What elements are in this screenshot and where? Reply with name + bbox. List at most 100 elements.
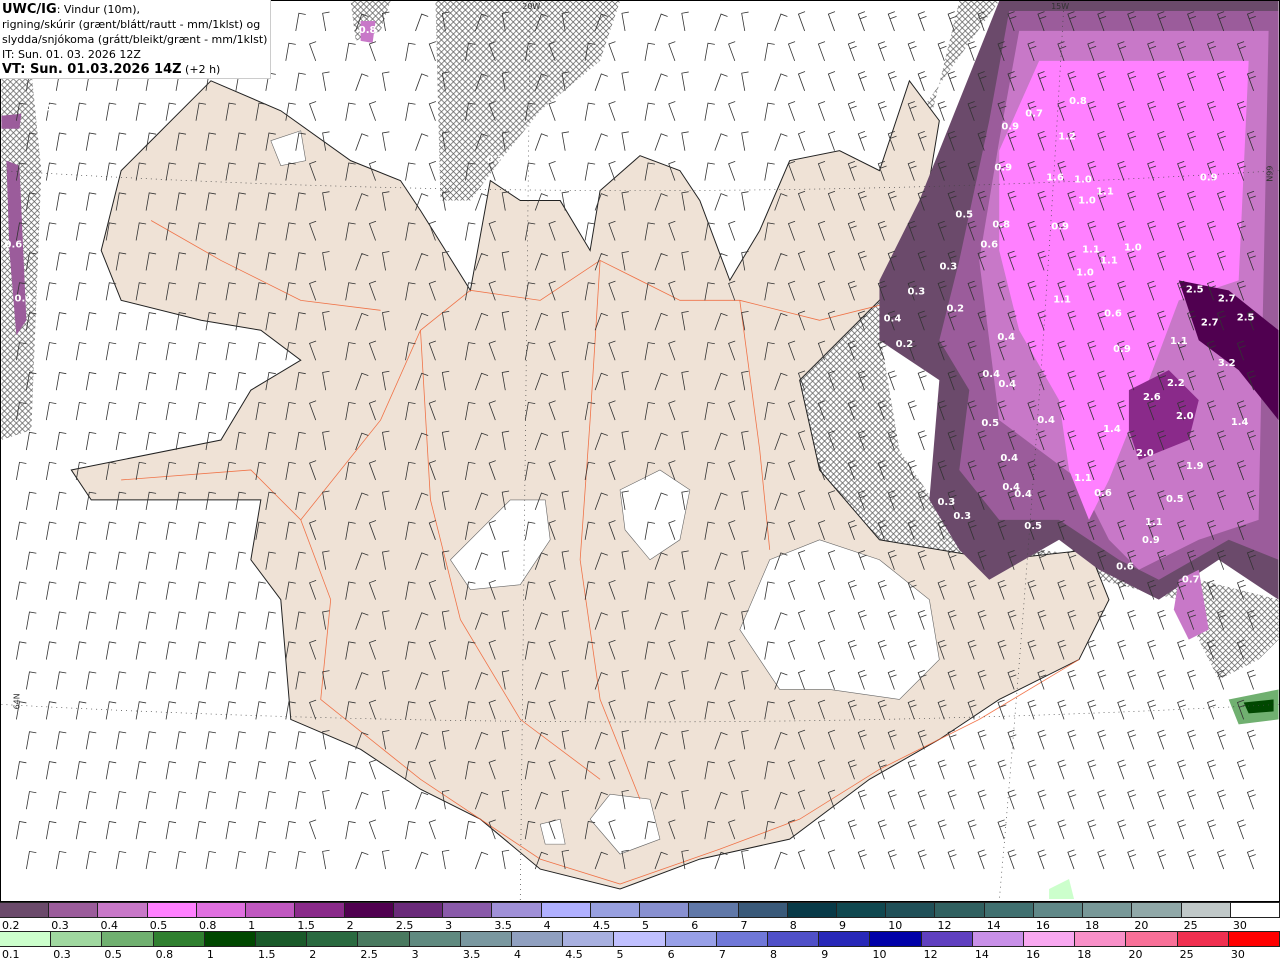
- legend-swatch: [409, 932, 461, 946]
- precip-value-label: 1.6: [1046, 173, 1064, 184]
- legend-swatch: [886, 903, 936, 917]
- weather-map: 20W 15W 66N 64N 0.80.70.91.20.91.6 1.01.1…: [0, 0, 1280, 902]
- precip-value-label: 0.8: [1069, 96, 1087, 107]
- precip-value-label: 0.9: [1113, 344, 1131, 355]
- precip-value-label: 0.8: [359, 25, 377, 36]
- legend-swatch: [787, 903, 837, 917]
- precip-value-label: 1.0: [1124, 242, 1142, 253]
- legend-swatch: [358, 932, 410, 946]
- legend-swatch: [836, 903, 887, 917]
- precip-value-label: 0.6: [1116, 562, 1134, 573]
- legend-swatch: [1132, 903, 1182, 917]
- precip-value-label: 0.9: [1051, 221, 1069, 232]
- precip-value-label: 0.3: [937, 497, 955, 508]
- grid-label-lat-66n: 66N: [1265, 166, 1274, 182]
- legend-swatch: [563, 932, 615, 946]
- legend-swatch: [935, 903, 985, 917]
- legend-swatch: [689, 903, 739, 917]
- precip-value-label: 0.9: [1001, 122, 1019, 133]
- precip-value-label: 0.7: [1025, 109, 1043, 120]
- precip-value-label: 1.1: [1082, 244, 1100, 255]
- legend-swatch: [295, 903, 345, 917]
- rain-legend: 0.1 0.3 0.5 0.8 1 1.5 2 2.5 3 3.5 4 4.5 5 6 7 8 9 10 12 14 1…: [0, 931, 1280, 962]
- legend-swatch: [870, 932, 922, 946]
- grid-label-lon-20w: 20W: [522, 2, 540, 11]
- precip-value-label: 0.5: [1024, 521, 1042, 532]
- legend-swatch: [984, 903, 1034, 917]
- precip-value-label: 1.1: [1053, 294, 1071, 305]
- legend-swatch: [153, 932, 205, 946]
- legend-swatch: [196, 903, 247, 917]
- legend-swatch: [768, 932, 820, 946]
- legend-swatch: [1230, 903, 1280, 917]
- legend-swatch: [921, 932, 973, 946]
- precip-value-label: 0.3: [486, 155, 504, 166]
- precip-value-label: 0.4: [1014, 489, 1032, 500]
- precip-value-label: 0.4: [997, 332, 1015, 343]
- precip-value-label: 2.7: [1201, 317, 1219, 328]
- precip-value-label: 0.2: [896, 339, 914, 350]
- precip-value-label: 2.6: [1143, 392, 1161, 403]
- precip-value-label: 2.0: [1136, 448, 1154, 459]
- precip-value-label: 2.2: [1167, 378, 1185, 389]
- precip-value-label: 1.0: [1076, 267, 1094, 278]
- precip-value-label: 0.8: [992, 219, 1010, 230]
- legend-swatch: [738, 903, 788, 917]
- legend-swatch: [51, 932, 103, 946]
- legend-swatch: [819, 932, 871, 946]
- title-line-1: : Vindur (10m),: [56, 3, 140, 16]
- snow-color-bar: [0, 902, 1280, 918]
- legend-swatch: [1083, 903, 1133, 917]
- precip-value-label: 0.6: [980, 239, 998, 250]
- legend-swatch: [1228, 932, 1280, 946]
- precip-value-label: 2.7: [1218, 293, 1236, 304]
- title-line-3: slydda/snjókoma (grátt/bleikt/grænt - mm…: [2, 33, 268, 46]
- precip-value-label: 0.6: [5, 239, 23, 250]
- legend-swatch: [1075, 932, 1127, 946]
- legend-swatch: [256, 932, 308, 946]
- snow-legend: 0.2 0.3 0.4 0.5 0.8 1 1.5 2 2.5 3 3.5 4 4.5 5 6 7 8 9 10 12…: [0, 902, 1280, 933]
- precip-value-label: 0.4: [34, 104, 52, 115]
- legend-swatch: [512, 932, 564, 946]
- precip-value-label: 0.7: [1182, 575, 1200, 586]
- legend-swatch: [49, 903, 99, 917]
- precip-value-label: 0.3: [939, 261, 957, 272]
- precip-value-label: 0.3: [908, 286, 926, 297]
- precip-value-label: 1.4: [1103, 424, 1121, 435]
- precip-value-label: 0.4: [884, 313, 902, 324]
- legend-swatch: [307, 932, 359, 946]
- legend-swatch: [1024, 932, 1076, 946]
- legend-swatch: [1177, 932, 1229, 946]
- precip-value-label: 1.1: [1100, 255, 1118, 266]
- legend-swatch: [972, 932, 1025, 946]
- legend-swatch: [492, 903, 542, 917]
- precip-value-label: 1.1: [1074, 473, 1092, 484]
- grid-label-lat-64n: 64N: [12, 693, 21, 709]
- precip-value-label: 0.9: [994, 163, 1012, 174]
- grid-label-lon-15w: 15W: [1051, 2, 1069, 11]
- precip-value-label: 0.4: [15, 293, 33, 304]
- legend-swatch: [393, 903, 444, 917]
- rain-color-bar: [0, 931, 1280, 947]
- precip-value-label: 0.3: [953, 511, 971, 522]
- legend-swatch: [147, 903, 197, 917]
- precip-value-label: 0.4: [998, 379, 1016, 390]
- precip-value-label: 0.9: [1200, 173, 1218, 184]
- legend-swatch: [590, 903, 641, 917]
- precip-value-label: 1.9: [1186, 461, 1204, 472]
- legend-swatch: [102, 932, 154, 946]
- precip-value-label: 2.5: [1186, 284, 1204, 295]
- precip-value-label: 1.0: [1078, 196, 1096, 207]
- precip-value-label: 0.6: [1104, 308, 1122, 319]
- legend-swatch: [665, 932, 717, 946]
- precip-value-label: 0.5: [955, 210, 973, 221]
- precip-value-label: 0.5: [981, 418, 999, 429]
- precip-value-label: 0.6: [1094, 488, 1112, 499]
- legend-swatch: [1126, 932, 1178, 946]
- legend-swatch: [246, 903, 296, 917]
- legend-swatch: [541, 903, 591, 917]
- map-title-box: UWC/IG: Vindur (10m), rigning/skúrir (gr…: [0, 0, 272, 79]
- precip-value-label: 0.9: [1142, 535, 1160, 546]
- precip-value-label: 2.0: [1176, 411, 1194, 422]
- precip-value-label: 3.2: [1218, 358, 1236, 369]
